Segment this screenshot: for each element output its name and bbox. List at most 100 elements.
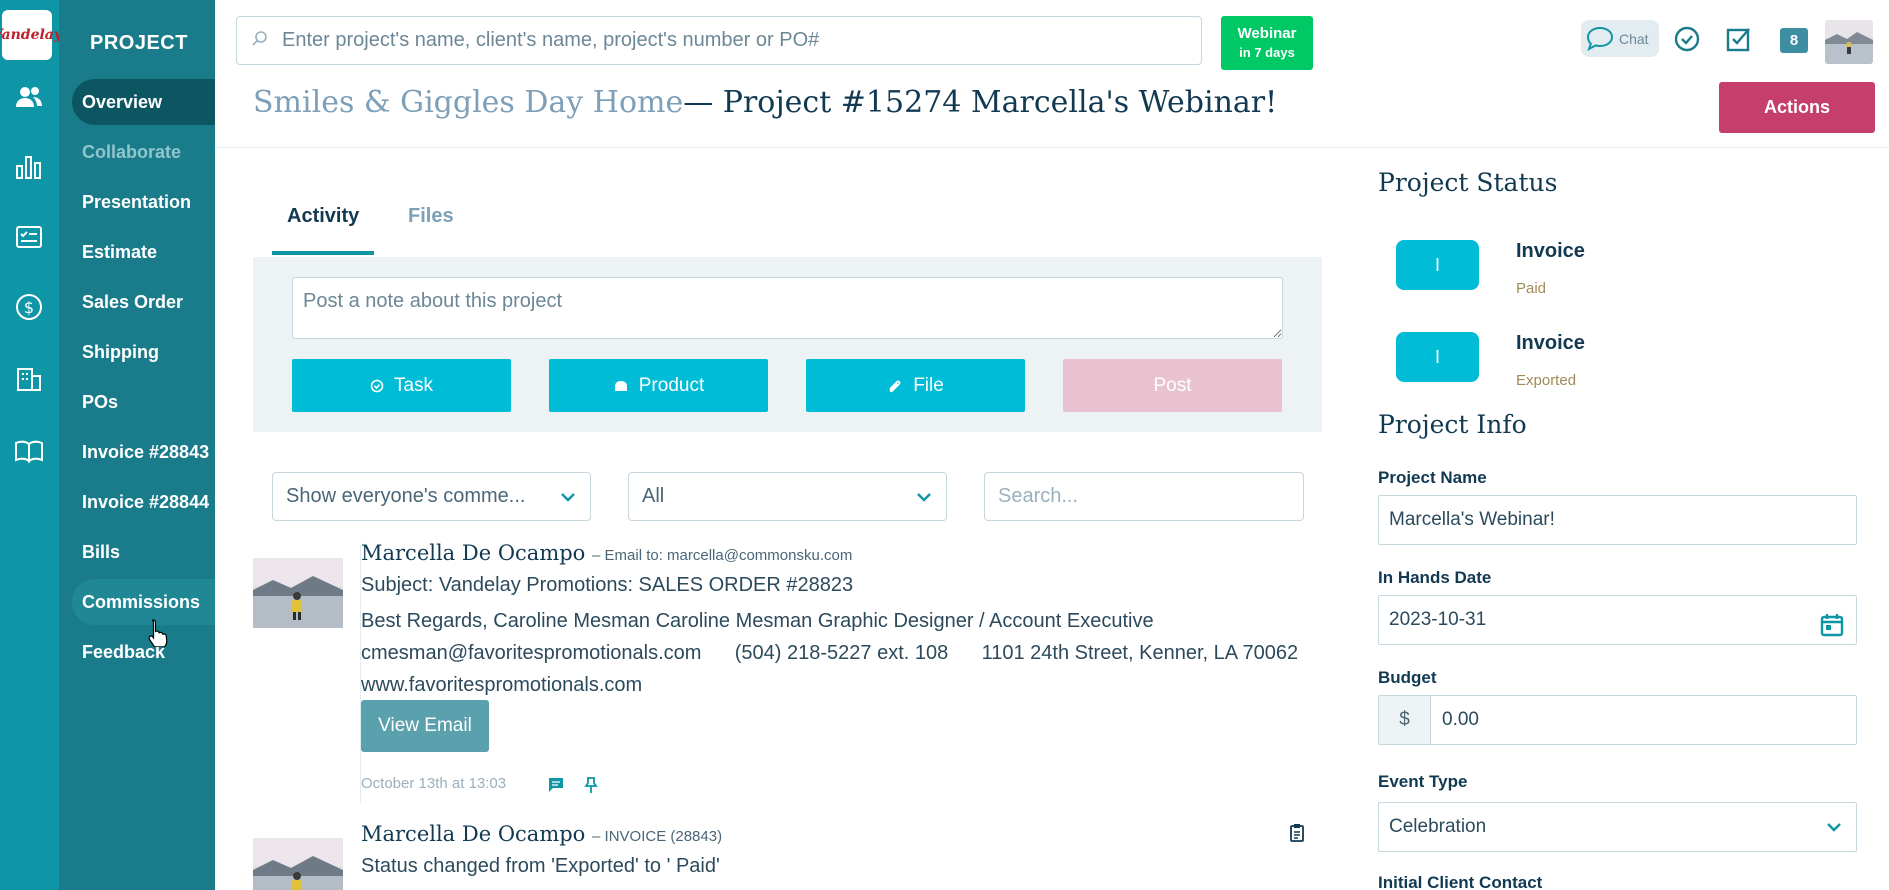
page-title: Smiles & Giggles Day Home— Project #1527… [253,85,1277,120]
view-email-button[interactable]: View Email [361,700,489,752]
paperclip-icon [889,380,901,392]
status-subtitle: Paid [1516,280,1547,297]
project-title: — Project #15274 Marcella's Webinar! [683,85,1278,120]
currency-prefix: $ [1379,696,1431,744]
nav-item-presentation[interactable]: Presentation [72,179,215,225]
task-button-label: Task [393,374,434,396]
project-name-value: Marcella's Webinar! [1389,509,1555,530]
chat-label: Chat [1619,30,1649,47]
post-author: Marcella De Ocampo – INVOICE (28843) [361,822,722,846]
nav-item-feedback[interactable]: Feedback [72,629,215,675]
nav-item-collaborate[interactable]: Collaborate [72,129,215,175]
nav-section-title: PROJECT [90,32,188,54]
budget-field[interactable]: $ 0.00 [1378,695,1857,745]
nav-item-estimate[interactable]: Estimate [72,229,215,275]
pin-icon[interactable] [581,775,601,795]
in-hands-date-label: In Hands Date [1378,568,1492,587]
svg-text:$: $ [24,298,34,317]
project-name-label: Project Name [1378,468,1487,487]
notification-badge[interactable]: 8 [1780,28,1808,53]
people-filter-select[interactable]: Show everyone's comme... [272,472,591,521]
project-nav: PROJECT Overview Collaborate Presentatio… [59,0,215,890]
nav-item-sales-order[interactable]: Sales Order [72,279,215,325]
webinar-countdown: in 7 days [1239,45,1295,60]
email-body-line: cmesman@favoritespromotionals.com (504) … [361,642,1299,664]
product-button[interactable]: Product [549,359,768,412]
post-timestamp: October 13th at 13:03 [361,775,507,792]
type-filter-select[interactable]: All [628,472,947,521]
bar-chart-icon[interactable] [12,150,46,184]
users-icon[interactable] [12,80,46,114]
logo-text: Vandelay [0,27,63,43]
nav-item-invoice-28844[interactable]: Invoice #28844 [72,479,215,525]
file-button[interactable]: File [806,359,1025,412]
tab-files[interactable]: Files [408,205,454,228]
post-author: Marcella De Ocampo – Email to: marcella@… [361,541,852,565]
project-name-field[interactable]: Marcella's Webinar! [1378,495,1857,545]
status-marker[interactable]: I [1396,240,1479,290]
project-search [236,16,1202,65]
budget-label: Budget [1378,668,1437,687]
status-marker[interactable]: I [1396,332,1479,382]
chevron-down-icon [1826,803,1842,851]
nav-item-commissions[interactable]: Commissions [72,579,215,625]
product-button-label: Product [638,374,705,396]
comment-icon[interactable] [546,775,566,795]
nav-item-pos[interactable]: POs [72,379,215,425]
author-avatar [253,838,343,890]
search-icon [251,30,269,53]
author-name[interactable]: Marcella De Ocampo [361,541,585,565]
post-meta: – INVOICE (28843) [592,828,723,845]
status-subtitle: Exported [1516,372,1577,389]
email-subject: Subject: Vandelay Promotions: SALES ORDE… [361,574,854,596]
status-title: Invoice [1516,332,1585,354]
note-composer: Task Product File Post [253,257,1322,432]
initial-client-contact-label: Initial Client Contact [1378,873,1543,890]
author-name[interactable]: Marcella De Ocampo [361,822,585,846]
webinar-button[interactable]: Webinar in 7 days [1221,16,1313,70]
checklist-icon[interactable] [12,220,46,254]
dollar-icon[interactable]: $ [12,290,46,324]
icon-rail: Vandelay $ [0,0,62,890]
nav-item-invoice-28843[interactable]: Invoice #28843 [72,429,215,475]
chevron-down-icon [560,473,576,520]
email-body-line: Best Regards, Caroline Mesman Caroline M… [361,610,1154,632]
type-filter-value: All [642,485,665,507]
nav-item-shipping[interactable]: Shipping [72,329,215,375]
nav-item-bills[interactable]: Bills [72,529,215,575]
project-info-heading: Project Info [1378,410,1527,439]
post-button[interactable]: Post [1063,359,1282,412]
post-meta: – Email to: marcella@commonsku.com [592,547,853,564]
book-icon[interactable] [12,434,46,468]
status-title: Invoice [1516,240,1585,262]
feed-search-input[interactable]: Search... [984,472,1304,521]
calendar-icon[interactable] [1820,608,1844,656]
task-button[interactable]: Task [292,359,511,412]
people-filter-value: Show everyone's comme... [286,485,526,507]
user-avatar[interactable] [1825,20,1873,64]
building-icon[interactable] [12,362,46,396]
task-icon [370,379,384,392]
company-logo[interactable]: Vandelay [0,10,62,60]
tab-active-indicator [272,251,374,255]
client-name-link[interactable]: Smiles & Giggles Day Home [253,85,683,120]
search-input[interactable] [282,17,1182,64]
task-check-icon[interactable] [1672,24,1702,54]
clipboard-icon[interactable] [1287,823,1307,843]
chat-button[interactable]: Chat [1581,20,1659,57]
in-hands-date-field[interactable]: 2023-10-31 [1378,595,1857,645]
nav-item-overview[interactable]: Overview [72,79,215,125]
note-input[interactable] [292,277,1283,339]
mouse-cursor-icon [146,619,168,652]
todo-list-icon[interactable] [1724,24,1754,54]
chevron-down-icon [916,473,932,520]
author-avatar [253,558,343,628]
actions-button[interactable]: Actions [1719,82,1875,133]
tab-activity[interactable]: Activity [287,205,359,228]
header-divider [215,147,1889,148]
product-icon [614,380,627,391]
event-type-select[interactable]: Celebration [1378,802,1857,852]
feed-search-placeholder: Search... [998,485,1079,507]
email-body-line: www.favoritespromotionals.com [361,674,643,696]
chat-bubble-icon [1586,26,1614,51]
